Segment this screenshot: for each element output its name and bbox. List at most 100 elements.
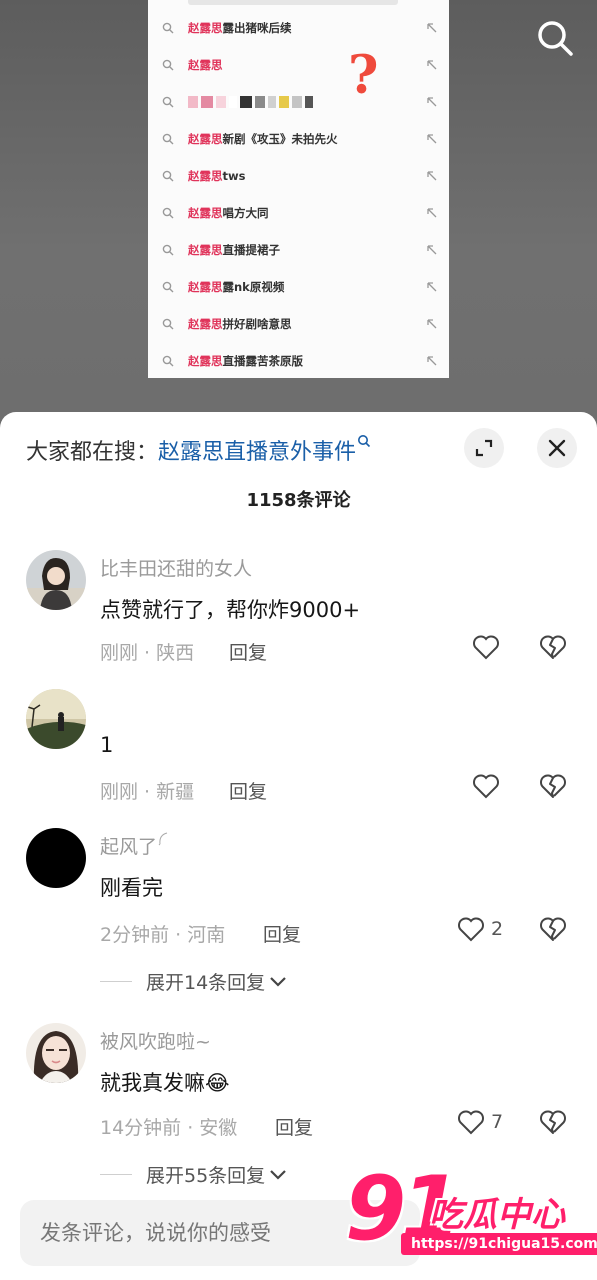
expand-replies-label: 展开14条回复: [146, 972, 266, 994]
comment-text: 1: [100, 733, 114, 757]
arrow-up-left-icon: [427, 22, 437, 32]
comment-text: 就我真发嘛😂: [100, 1071, 230, 1095]
avatar[interactable]: [26, 550, 86, 610]
like-button[interactable]: [472, 773, 506, 799]
comment-count: 1158条评论: [246, 490, 351, 511]
suggestion-text: 唱方大同: [222, 205, 269, 220]
shot-topbar: [188, 0, 398, 5]
arrow-up-left-icon: [427, 355, 437, 365]
hot-search-query[interactable]: 赵露思直播意外事件: [158, 440, 356, 465]
search-icon: [162, 59, 174, 70]
suggestion-item: 赵露思直播提裙子: [148, 231, 449, 268]
suggestion-highlight: 赵露思: [188, 131, 223, 146]
expand-replies-label: 展开55条回复: [146, 1165, 266, 1187]
suggestion-item: 赵露思新剧《攻玉》未拍先火: [148, 120, 449, 157]
reply-button[interactable]: 回复: [229, 777, 267, 804]
search-icon: [358, 435, 371, 448]
search-icon: [162, 170, 174, 181]
heart-icon: [473, 774, 499, 799]
like-button[interactable]: [472, 634, 506, 660]
chevron-down-icon: [270, 1169, 286, 1180]
comment-meta: 14分钟前 · 安徽: [100, 1117, 238, 1139]
reply-button[interactable]: 回复: [275, 1113, 313, 1140]
avatar[interactable]: [26, 828, 86, 888]
suggestion-text: tws: [222, 168, 246, 183]
comment-meta: 刚刚 · 新疆: [100, 781, 195, 803]
dislike-button[interactable]: [539, 773, 567, 803]
search-icon: [162, 318, 174, 329]
suggestion-item: 赵露思直播露苦茶原版: [148, 342, 449, 379]
reply-button[interactable]: 回复: [263, 920, 301, 947]
hot-search-bar[interactable]: 大家都在搜：赵露思直播意外事件: [26, 434, 371, 466]
suggestion-item: 赵露思拼好剧啥意思: [148, 305, 449, 342]
broken-heart-icon: [540, 635, 566, 659]
watermark-url: https://91chigua15.com: [401, 1233, 597, 1255]
like-button[interactable]: 7: [457, 1109, 503, 1135]
comment-text: 刚看完: [100, 876, 163, 900]
arrow-up-left-icon: [427, 281, 437, 291]
search-icon: [162, 355, 174, 366]
suggestion-item: 赵露思tws: [148, 157, 449, 194]
suggestion-highlight: 赵露思: [188, 205, 223, 220]
like-count: 2: [491, 918, 504, 940]
suggestion-text: 新剧《攻玉》未拍先火: [222, 131, 338, 146]
like-count: 7: [491, 1111, 504, 1133]
watermark-logo: 91 吃瓜中心 https://91chigua15.com: [345, 1165, 597, 1275]
broken-heart-icon: [540, 774, 566, 798]
feather-icon: [158, 832, 168, 846]
comment-author[interactable]: 比丰田还甜的女人: [100, 554, 252, 581]
suggestion-text: 露nk原视频: [222, 279, 285, 294]
search-icon: [162, 22, 174, 33]
search-icon: [538, 21, 573, 56]
dislike-button[interactable]: [539, 634, 567, 664]
comment-author[interactable]: 被风吹跑啦~: [100, 1027, 211, 1054]
suggestion-highlight: 赵露思: [188, 353, 223, 368]
expand-icon: [475, 439, 493, 457]
suggestion-text: 露出猪咪后续: [222, 20, 292, 35]
suggestion-item: 赵露思唱方大同: [148, 194, 449, 231]
arrow-up-left-icon: [427, 318, 437, 328]
suggestion-item: 赵露思: [148, 46, 449, 83]
video-area[interactable]: 赵露思露出猪咪后续 赵露思 赵露思新剧《攻玉》未拍先火 赵露思tws 赵露思唱方…: [0, 0, 597, 420]
dislike-button[interactable]: [539, 916, 567, 946]
suggestion-highlight: 赵露思: [188, 168, 223, 183]
suggestion-item: 赵露思露nk原视频: [148, 268, 449, 305]
broken-heart-icon: [540, 1110, 566, 1134]
suggestion-text: 拼好剧啥意思: [222, 316, 292, 331]
search-suggestions-screenshot: 赵露思露出猪咪后续 赵露思 赵露思新剧《攻玉》未拍先火 赵露思tws 赵露思唱方…: [148, 0, 449, 378]
heart-icon: [473, 635, 499, 660]
arrow-up-left-icon: [427, 96, 437, 106]
search-icon: [162, 207, 174, 218]
search-icon: [162, 133, 174, 144]
divider: [100, 981, 132, 982]
arrow-up-left-icon: [427, 244, 437, 254]
comment-meta: 2分钟前 · 河南: [100, 924, 226, 946]
divider: [100, 1174, 132, 1175]
dislike-button[interactable]: [539, 1109, 567, 1139]
like-button[interactable]: 2: [457, 916, 503, 942]
suggestion-item: 赵露思露出猪咪后续: [148, 9, 449, 46]
search-icon: [162, 281, 174, 292]
close-button[interactable]: [537, 428, 577, 468]
heart-icon: [458, 917, 484, 942]
suggestion-highlight: 赵露思: [188, 57, 223, 72]
expand-replies[interactable]: 展开14条回复: [100, 968, 287, 995]
avatar[interactable]: [26, 689, 86, 749]
expand-replies[interactable]: 展开55条回复: [100, 1161, 287, 1188]
search-icon: [162, 96, 174, 107]
search-button[interactable]: [535, 18, 575, 58]
avatar[interactable]: [26, 1023, 86, 1083]
chevron-down-icon: [270, 976, 286, 987]
close-icon: [548, 439, 566, 457]
comment-meta: 刚刚 · 陕西: [100, 642, 195, 664]
expand-button[interactable]: [464, 428, 504, 468]
reply-button[interactable]: 回复: [229, 638, 267, 665]
arrow-up-left-icon: [427, 170, 437, 180]
arrow-up-left-icon: [427, 59, 437, 69]
arrow-up-left-icon: [427, 207, 437, 217]
arrow-up-left-icon: [427, 133, 437, 143]
suggestion-highlight: 赵露思: [188, 316, 223, 331]
suggestion-item-censored: [148, 83, 449, 120]
comment-author[interactable]: 起风了: [100, 832, 169, 859]
suggestion-highlight: 赵露思: [188, 279, 223, 294]
